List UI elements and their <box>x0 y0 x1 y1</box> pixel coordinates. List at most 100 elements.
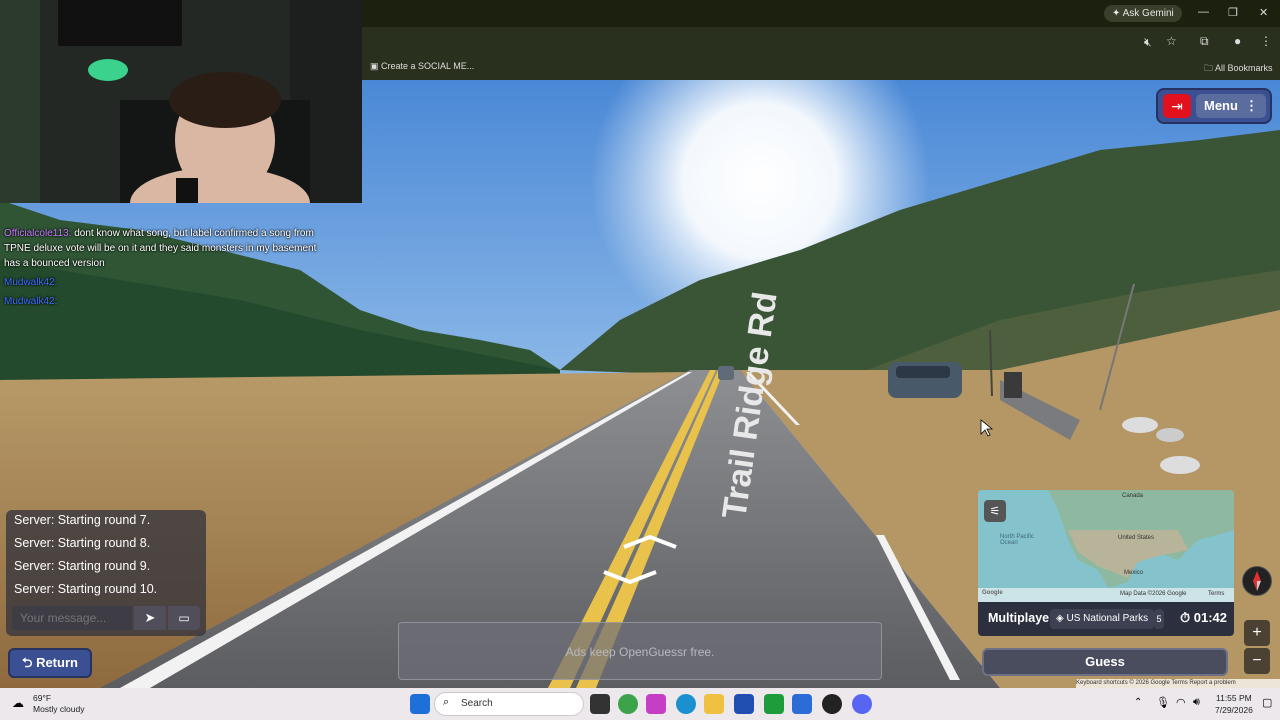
mute-icon[interactable]: 🔇︎ <box>1144 35 1152 50</box>
wifi-icon[interactable]: ◠ <box>1176 696 1186 709</box>
exit-button[interactable]: ⇥ <box>1163 94 1191 118</box>
bookmark-label: Create a SOCIAL ME... <box>381 61 475 71</box>
obs-icon[interactable] <box>822 694 842 714</box>
discord-icon[interactable] <box>852 694 872 714</box>
chat-line: Mudwalk42: <box>4 275 334 290</box>
taskbar-search[interactable]: ⌕ Search <box>434 692 584 716</box>
chat-message: Server: Starting round 8. <box>14 536 151 550</box>
weather-temp: 69°F <box>33 693 52 703</box>
more-icon[interactable]: ⋮ <box>1260 34 1272 48</box>
webcam-overlay <box>0 0 362 203</box>
chat-line: Mudwalk42: <box>4 294 334 309</box>
game-chat: Server: Starting round 7. Server: Starti… <box>6 510 206 636</box>
map-label: Canada <box>1122 493 1144 499</box>
round-badge: 5 <box>1154 609 1164 629</box>
file-explorer-icon[interactable] <box>704 694 724 714</box>
weather-condition: Mostly cloudy <box>33 704 85 714</box>
menu-button[interactable]: Menu ⋮ <box>1196 94 1266 118</box>
guess-label: Guess <box>1085 654 1125 669</box>
return-icon: ⮌ <box>22 655 37 670</box>
guess-minimap[interactable]: ⚟ Canada United States Mexico North Paci… <box>978 490 1234 602</box>
search-label: Search <box>461 698 493 709</box>
close-icon[interactable]: ✕ <box>1259 6 1268 19</box>
bookmark-item[interactable]: ▣ Create a SOCIAL ME... <box>370 61 474 72</box>
copilot-icon[interactable] <box>646 694 666 714</box>
zoom-out-label: − <box>1252 652 1262 669</box>
outlook-icon[interactable] <box>792 694 812 714</box>
map-label: Mexico <box>1124 570 1144 576</box>
star-icon[interactable]: ☆ <box>1166 34 1177 48</box>
map-label: North Pacific Ocean <box>1000 534 1035 546</box>
zoom-out-button[interactable]: − <box>1244 648 1270 674</box>
windows-taskbar: ☁ 69°F Mostly cloudy ⌕ Search ⌃ 🎙︎ ◠ 🔊︎ … <box>0 688 1280 720</box>
map-name-text: US National Parks <box>1066 613 1149 624</box>
restore-icon[interactable]: ❐ <box>1228 6 1238 19</box>
exit-icon: ⇥ <box>1171 98 1183 114</box>
map-label: United States <box>1118 535 1155 541</box>
layers-icon: ◈ <box>1056 613 1067 624</box>
all-bookmarks-label: All Bookmarks <box>1215 63 1273 73</box>
chat-line: Officialcole113: dont know what song, bu… <box>4 226 334 271</box>
clock-date[interactable]: 7/29/2026 <box>1215 705 1253 715</box>
game-mode: Multiplayer <box>988 611 1054 625</box>
ask-gemini-button[interactable]: ✦ Ask Gemini <box>1104 5 1182 22</box>
kebab-icon: ⋮ <box>1245 98 1258 113</box>
chrome-icon[interactable] <box>618 694 638 714</box>
google-logo: Google <box>982 590 1003 596</box>
folder-icon: 🗀︎ <box>1204 63 1216 73</box>
search-icon: ⌕ <box>443 696 450 708</box>
map-footer: Google Map Data ©2026 Google Terms <box>978 588 1234 602</box>
chevron-up-icon[interactable]: ⌃ <box>1134 697 1142 708</box>
ad-text: Ads keep OpenGuessr free. <box>565 645 715 659</box>
notification-icon[interactable]: ▢ <box>1262 696 1272 709</box>
game-info-bar: Multiplayer ◈ US National Parks 5 ⏱ 01:4… <box>978 602 1234 636</box>
bookmarks-bar: ▣ Create a SOCIAL ME... 🗀︎ All Bookmarks <box>362 57 1280 80</box>
zoom-in-label: + <box>1252 624 1262 641</box>
map-settings-button[interactable]: ⚟ <box>984 500 1006 522</box>
address-bar[interactable]: 🔇︎ ☆ ⧉ ● ⋮ <box>362 27 1280 57</box>
stopwatch-icon: ⏱ <box>1180 610 1194 625</box>
browser-chrome: ✦ Ask Gemini — ❐ ✕ 🔇︎ ☆ ⧉ ● ⋮ ▣ Create a… <box>362 0 1280 80</box>
map-terms-link[interactable]: Terms <box>1208 591 1224 597</box>
chat-username: Officialcole113: <box>4 228 72 239</box>
volume-icon[interactable]: 🔊︎ <box>1193 696 1200 709</box>
weather-icon: ☁ <box>12 696 24 710</box>
profile-icon[interactable]: ● <box>1234 34 1241 48</box>
clock-time[interactable]: 11:55 PM <box>1216 693 1252 703</box>
guess-button[interactable]: Guess <box>982 648 1228 676</box>
title-bar: ✦ Ask Gemini — ❐ ✕ <box>362 0 1280 27</box>
timer: ⏱ 01:42 <box>1180 610 1227 626</box>
map-name-badge: ◈ US National Parks <box>1050 609 1155 629</box>
send-button[interactable]: ➤ <box>134 606 166 630</box>
zoom-in-button[interactable]: + <box>1244 620 1270 646</box>
map-data-text: Map Data ©2026 Google <box>1120 591 1187 597</box>
ad-banner: Ads keep OpenGuessr free. <box>398 622 882 680</box>
store-icon[interactable] <box>734 694 754 714</box>
chat-bubble-icon: ▭ <box>178 611 190 625</box>
start-icon[interactable] <box>410 694 430 714</box>
all-bookmarks[interactable]: 🗀︎ All Bookmarks <box>1204 61 1273 77</box>
google-footer-text: Keyboard shortcuts © 2026 Google Terms R… <box>1076 680 1236 686</box>
timer-text: 01:42 <box>1193 610 1228 625</box>
task-view-icon[interactable] <box>590 694 610 714</box>
xbox-icon[interactable] <box>764 694 784 714</box>
chat-input[interactable] <box>12 606 132 630</box>
compass-icon[interactable] <box>1242 566 1272 596</box>
chat-expand-button[interactable]: ▭ <box>168 606 200 630</box>
google-footer: Keyboard shortcuts © 2026 Google Terms R… <box>1076 679 1280 688</box>
return-button[interactable]: ⮌ Return <box>8 648 92 678</box>
chat-message: Server: Starting round 7. <box>14 513 151 527</box>
mic-icon[interactable]: 🎙︎ <box>1156 696 1170 709</box>
chat-message: Server: Starting round 9. <box>14 559 151 573</box>
stream-chat-overlay: Officialcole113: dont know what song, bu… <box>4 226 334 309</box>
chat-message: Server: Starting round 10. <box>14 582 158 596</box>
edge-icon[interactable] <box>676 694 696 714</box>
sliders-icon: ⚟ <box>989 504 1001 518</box>
minimize-icon[interactable]: — <box>1198 6 1209 18</box>
extensions-icon[interactable]: ⧉ <box>1200 34 1209 49</box>
gemini-icon: ✦ <box>1112 8 1123 19</box>
menu-label: Menu <box>1204 98 1238 113</box>
menu-group: ⇥ Menu ⋮ <box>1156 88 1272 124</box>
ask-gemini-label: Ask Gemini <box>1122 8 1174 19</box>
chat-username: Mudwalk42: <box>4 296 58 307</box>
